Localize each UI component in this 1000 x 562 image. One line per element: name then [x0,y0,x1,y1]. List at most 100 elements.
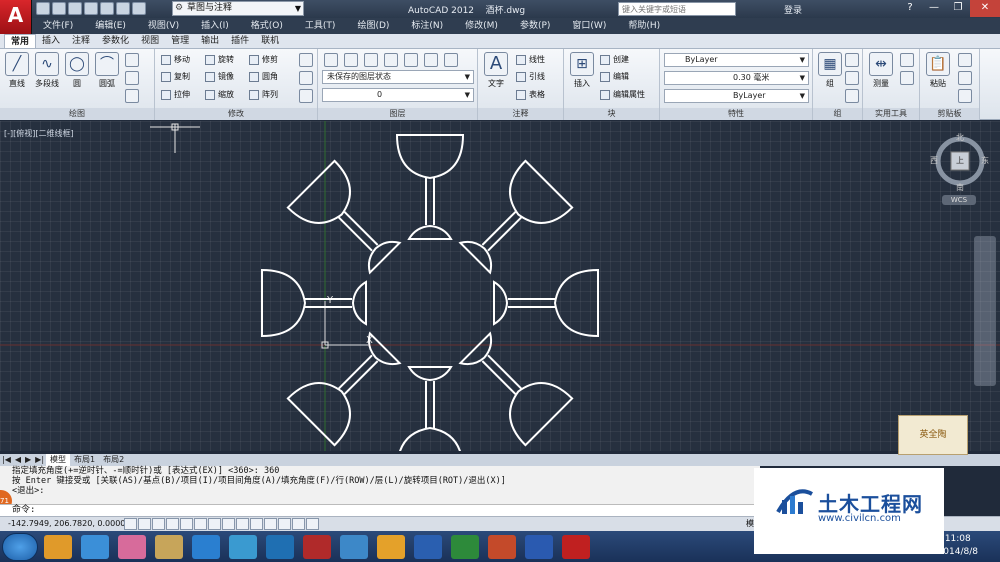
viewcube-west[interactable]: 西 [930,155,938,166]
drawing-canvas[interactable]: [-][俯视][二维线框] Y X 北 南 东 西 上 WCS [0,121,1000,451]
osnap-toggle-icon[interactable] [194,518,207,530]
cloud-icon[interactable] [229,534,257,559]
menu-window[interactable]: 窗口(W) [561,18,617,34]
group-select-icon[interactable] [845,89,859,103]
mirror-button[interactable]: 镜像 [205,69,234,84]
menu-tools[interactable]: 工具(T) [294,18,347,34]
app-menu-button[interactable]: A [0,0,32,34]
insert-block-button[interactable]: ⊞ 插入 [567,52,597,89]
copy-clip-icon[interactable] [958,71,972,85]
panel-clipboard-title[interactable]: 剪贴板 [920,108,979,120]
menu-draw[interactable]: 绘图(D) [346,18,400,34]
layer-select[interactable]: 0 ▼ [322,88,474,102]
photoshop-icon[interactable] [266,534,294,559]
scale-button[interactable]: 缩放 [205,87,234,102]
tab-plugins[interactable]: 插件 [225,34,255,48]
brush-icon[interactable] [488,534,516,559]
layer-lock-icon[interactable] [384,53,398,67]
rectangle-icon[interactable] [125,53,139,67]
group-edit-icon[interactable] [845,71,859,85]
panel-utilities-title[interactable]: 实用工具 [863,108,919,120]
offset-icon[interactable] [299,89,313,103]
menu-insert[interactable]: 插入(I) [190,18,240,34]
viewcube[interactable]: 北 南 东 西 上 WCS [930,132,990,205]
polyline-button[interactable]: ∿ 多段线 [32,52,62,89]
panel-properties-title[interactable]: 特性 [660,108,812,120]
tab-manage[interactable]: 管理 [165,34,195,48]
excel-icon[interactable] [414,534,442,559]
paste-button[interactable]: 📋 粘贴 [923,52,953,89]
calculator-icon[interactable] [900,71,914,85]
print-icon[interactable] [100,2,114,15]
lineweight-select[interactable]: 0.30 毫米 ▼ [664,71,809,85]
sc-toggle-icon[interactable] [306,518,319,530]
model-space-indicator[interactable]: 模 [746,517,754,531]
qq-icon[interactable] [192,534,220,559]
layer-state-select[interactable]: 未保存的图层状态 ▼ [322,70,474,84]
table-button[interactable]: 表格 [516,87,545,102]
viewcube-north[interactable]: 北 [956,132,964,143]
menu-file[interactable]: 文件(F) [32,18,84,34]
ellipse-icon[interactable] [125,89,139,103]
panel-block-title[interactable]: 块 [564,108,659,120]
quick-select-icon[interactable] [900,53,914,67]
ie-icon[interactable] [44,534,72,559]
grid-toggle-icon[interactable] [152,518,165,530]
snap-toggle-icon[interactable] [138,518,151,530]
menu-modify[interactable]: 修改(M) [454,18,509,34]
trim-button[interactable]: 修剪 [249,52,278,67]
erase-icon[interactable] [299,53,313,67]
edit-block-button[interactable]: 编辑 [600,69,629,84]
tab-annotate[interactable]: 注释 [66,34,96,48]
viewcube-south[interactable]: 南 [956,182,964,193]
layer-match-icon[interactable] [404,53,418,67]
linear-button[interactable]: 线性 [516,52,545,67]
move-button[interactable]: 移动 [161,52,190,67]
menu-help[interactable]: 帮助(H) [617,18,671,34]
line-button[interactable]: ╱ 直线 [2,52,32,89]
tab-nav-prev-icon[interactable]: ◀ [13,454,23,466]
arc-button[interactable]: ⌒ 圆弧 [92,52,122,89]
ortho-toggle-icon[interactable] [166,518,179,530]
edit-attribute-button[interactable]: 编辑属性 [600,87,645,102]
bird-icon[interactable] [303,534,331,559]
tab-layout2[interactable]: 布局2 [99,454,128,466]
layer-on-icon[interactable] [344,53,358,67]
wcs-menu[interactable]: WCS [942,195,976,205]
color-select[interactable]: ByLayer ▼ [664,53,809,67]
measure-button[interactable]: ⇹ 测量 [866,52,896,89]
close-icon[interactable]: ✕ [970,0,1000,17]
wps-icon[interactable] [525,534,553,559]
tab-insert[interactable]: 插入 [36,34,66,48]
menu-dimension[interactable]: 标注(N) [400,18,454,34]
menu-edit[interactable]: 编辑(E) [84,18,137,34]
ducs-toggle-icon[interactable] [236,518,249,530]
otrack-toggle-icon[interactable] [222,518,235,530]
panel-draw-title[interactable]: 绘图 [0,108,154,120]
dyn-toggle-icon[interactable] [250,518,263,530]
panel-groups-title[interactable]: 组 [813,108,862,120]
cut-icon[interactable] [958,53,972,67]
tab-model[interactable]: 模型 [46,454,71,466]
lineweight-toggle-icon[interactable] [264,518,277,530]
text-button[interactable]: A 文字 [481,52,511,89]
leader-button[interactable]: 引线 [516,69,545,84]
minimize-icon[interactable]: — [922,0,946,17]
stretch-button[interactable]: 拉伸 [161,87,190,102]
media-icon[interactable] [155,534,183,559]
open-file-icon[interactable] [52,2,66,15]
tab-nav-last-icon[interactable]: ▶| [33,454,46,466]
circle-button[interactable]: ◯ 圆 [62,52,92,89]
match-properties-icon[interactable] [958,89,972,103]
redo-icon[interactable] [132,2,146,15]
copy-button[interactable]: 复制 [161,69,190,84]
linetype-select[interactable]: ByLayer ▼ [664,89,809,103]
navigation-bar[interactable] [974,236,996,386]
menu-view[interactable]: 视图(V) [137,18,190,34]
save-as-icon[interactable] [84,2,98,15]
create-block-button[interactable]: 创建 [600,52,629,67]
command-input[interactable]: 命令: [0,504,760,516]
tab-layout1[interactable]: 布局1 [70,454,99,466]
polar-toggle-icon[interactable] [180,518,193,530]
menu-parametric[interactable]: 参数(P) [509,18,561,34]
